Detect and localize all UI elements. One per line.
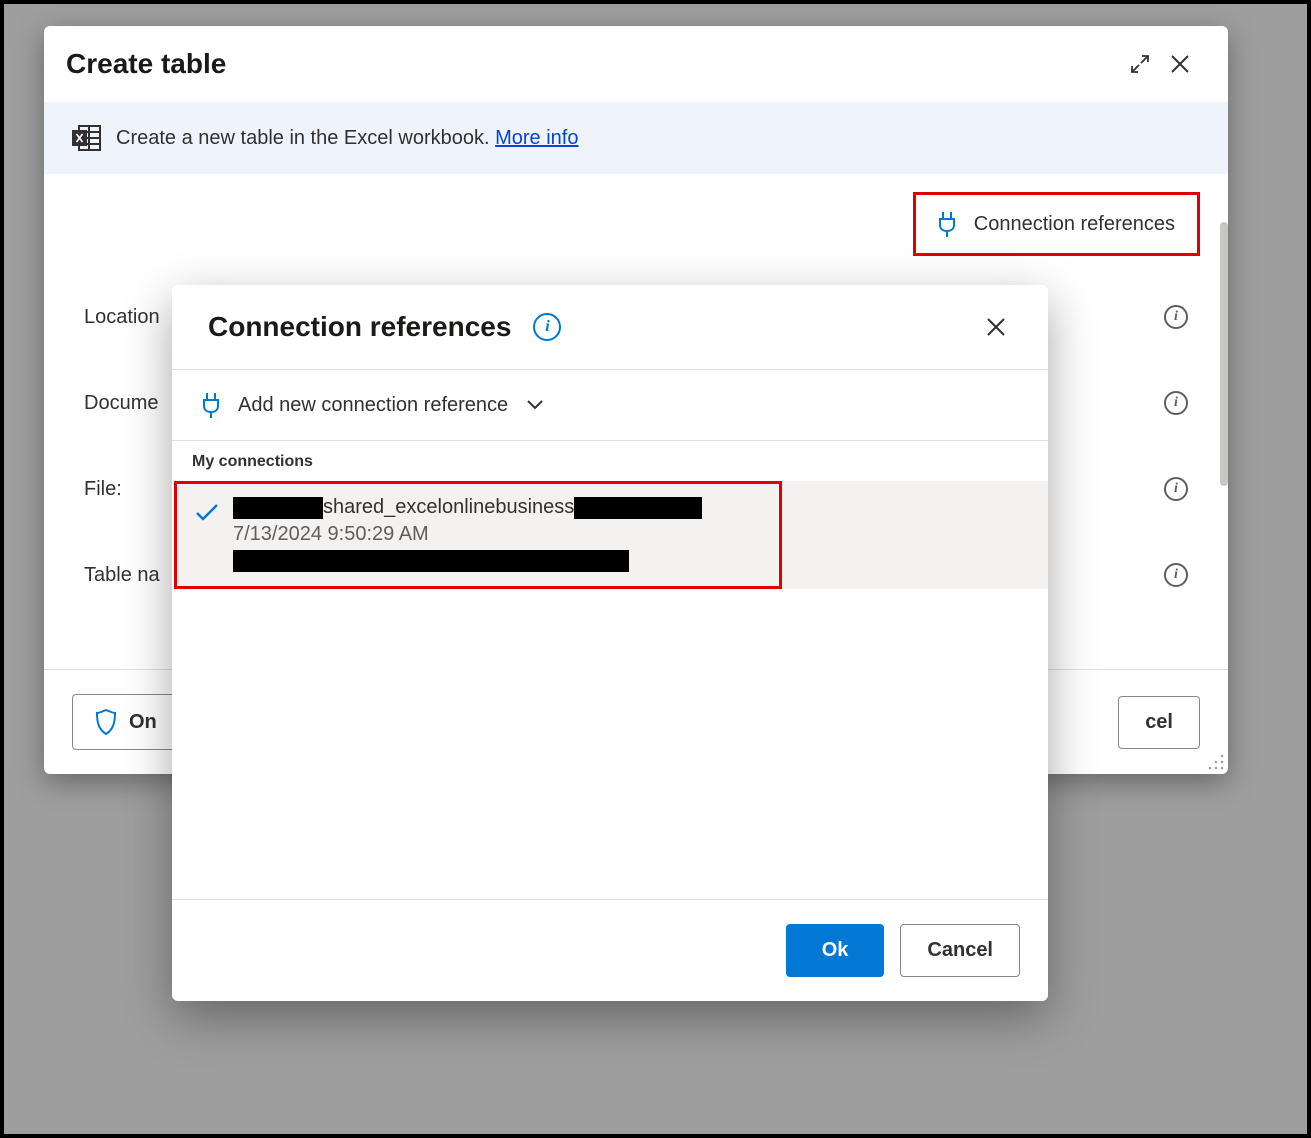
close-icon <box>986 317 1006 337</box>
connection-name-middle: shared_excelonlinebusiness <box>323 496 574 519</box>
redacted-text <box>574 497 702 519</box>
connection-row-fill <box>782 481 1048 589</box>
expand-button[interactable] <box>1120 44 1160 84</box>
modal-footer: Ok Cancel <box>172 899 1048 1001</box>
more-info-link[interactable]: More info <box>495 127 578 149</box>
modal-title: Connection references <box>208 311 511 343</box>
connection-datetime: 7/13/2024 9:50:29 AM <box>233 523 702 546</box>
plug-icon <box>202 392 220 418</box>
connection-name-line: shared_excelonlinebusiness <box>233 496 702 519</box>
connection-references-label: Connection references <box>974 213 1175 236</box>
info-icon[interactable]: i <box>533 313 561 341</box>
add-connection-reference-label: Add new connection reference <box>238 394 508 417</box>
connection-extra-line <box>233 550 702 572</box>
expand-icon <box>1130 54 1150 74</box>
close-icon <box>1170 54 1190 74</box>
scrollbar[interactable] <box>1220 222 1228 486</box>
my-connections-label: My connections <box>172 441 1048 481</box>
redacted-text <box>233 550 629 572</box>
connection-references-button[interactable]: Connection references <box>913 192 1200 256</box>
close-panel-button[interactable] <box>1160 44 1200 84</box>
plug-icon <box>938 211 956 237</box>
shield-button[interactable]: On <box>72 694 180 750</box>
info-icon[interactable]: i <box>1164 305 1188 329</box>
info-bar: Create a new table in the Excel workbook… <box>44 102 1228 174</box>
connection-item[interactable]: shared_excelonlinebusiness 7/13/2024 9:5… <box>174 481 782 589</box>
ok-button[interactable]: Ok <box>786 924 885 977</box>
resize-icon <box>1206 752 1226 772</box>
excel-icon <box>72 124 102 152</box>
shield-button-label: On <box>129 711 157 734</box>
panel-cancel-button[interactable]: cel <box>1118 696 1200 749</box>
chevron-down-icon <box>526 399 544 411</box>
connection-references-modal: Connection references i Add new connecti… <box>172 285 1048 1001</box>
info-icon[interactable]: i <box>1164 391 1188 415</box>
connection-references-wrap: Connection references <box>44 174 1228 262</box>
info-icon[interactable]: i <box>1164 563 1188 587</box>
close-modal-button[interactable] <box>976 307 1016 347</box>
resize-handle[interactable] <box>1206 752 1226 772</box>
info-icon[interactable]: i <box>1164 477 1188 501</box>
connection-row: shared_excelonlinebusiness 7/13/2024 9:5… <box>172 481 1048 589</box>
modal-header: Connection references i <box>172 285 1048 370</box>
shield-icon <box>95 709 117 735</box>
info-text: Create a new table in the Excel workbook… <box>116 127 490 149</box>
redacted-text <box>233 497 323 519</box>
connection-details: shared_excelonlinebusiness 7/13/2024 9:5… <box>233 496 702 572</box>
cancel-button[interactable]: Cancel <box>900 924 1020 977</box>
panel-header: Create table <box>44 26 1228 102</box>
add-connection-reference-button[interactable]: Add new connection reference <box>172 370 1048 441</box>
check-icon <box>195 502 219 522</box>
panel-title: Create table <box>66 48 1120 80</box>
